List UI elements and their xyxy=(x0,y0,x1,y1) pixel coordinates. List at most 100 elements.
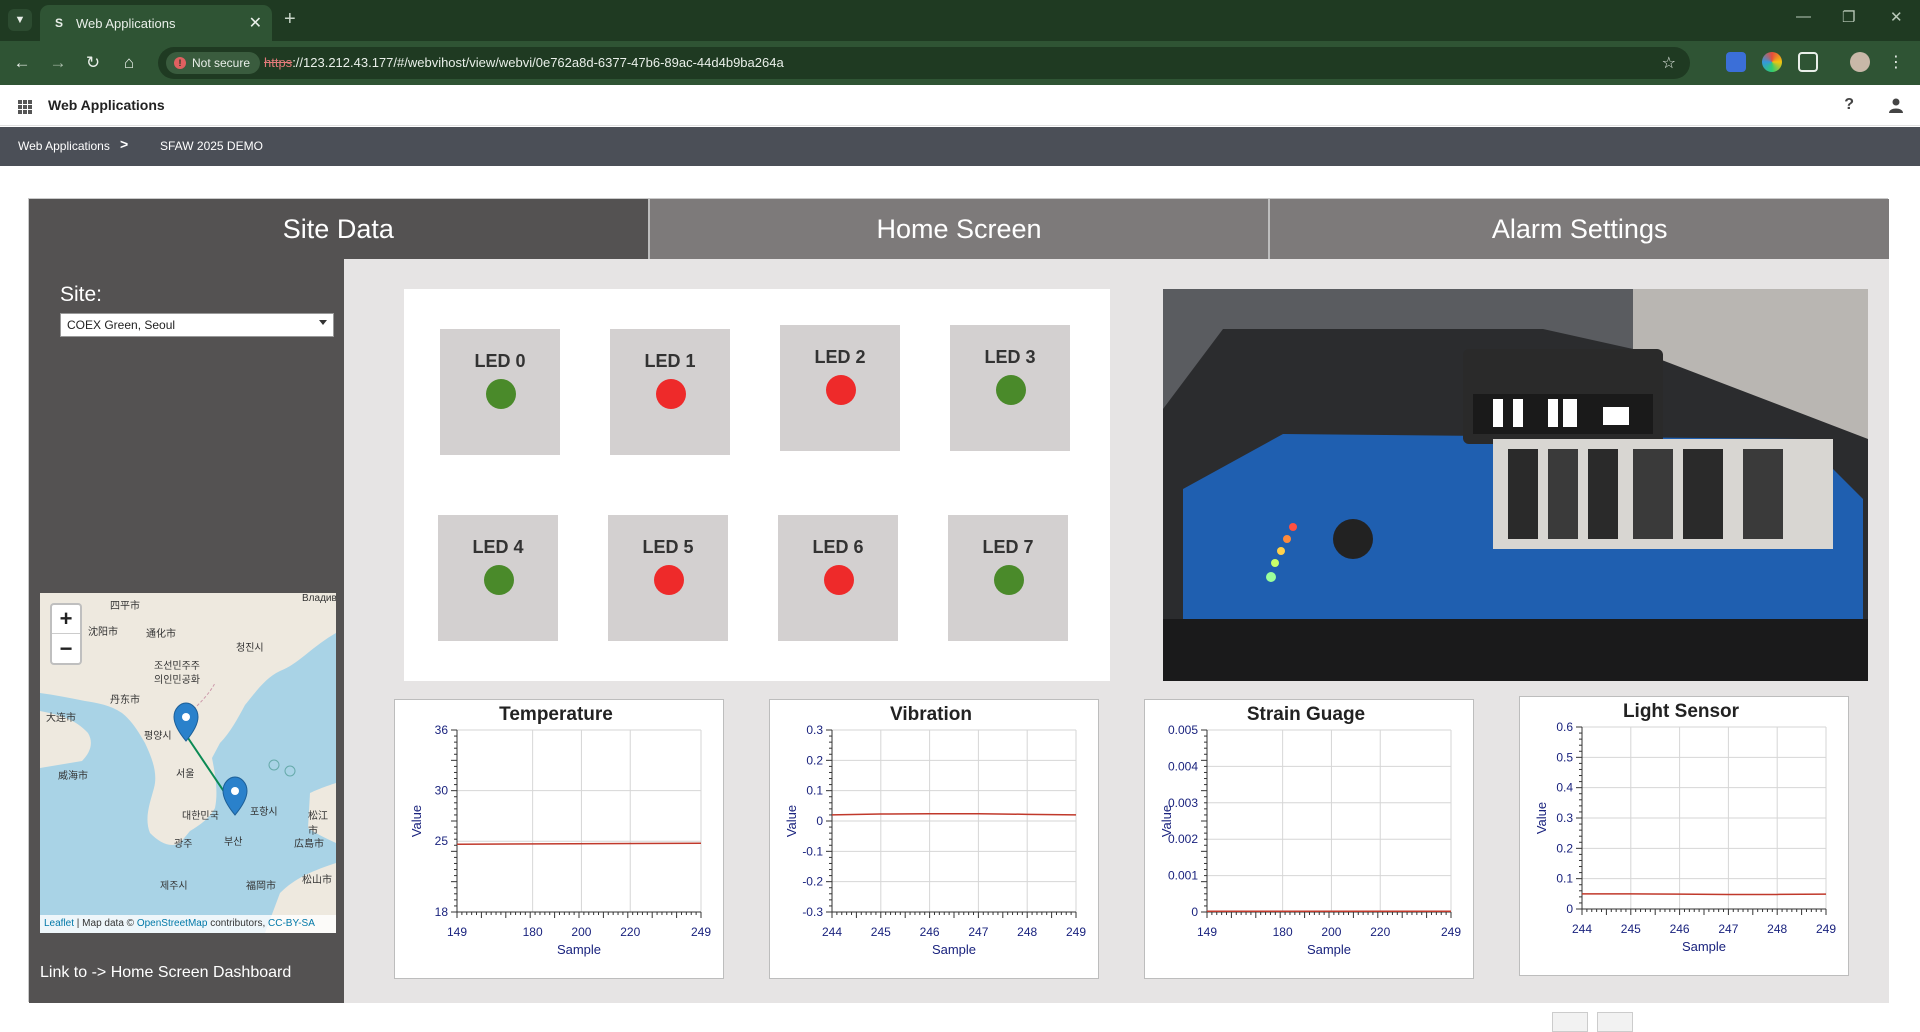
chart-y-tick-label: 0.4 xyxy=(1556,781,1573,795)
url-text[interactable]: https://123.212.43.177/#/webvihost/view/… xyxy=(264,55,784,70)
extensions-puzzle-icon[interactable] xyxy=(1798,52,1818,72)
chart-y-axis-label: Value xyxy=(409,805,424,837)
breadcrumb: Web Applications > SFAW 2025 DEMO xyxy=(0,127,1920,166)
sidebar: Site: COEX Green, Seoul 四平市 沈阳市 通化市 청진시 … xyxy=(29,259,344,1003)
minimize-icon[interactable]: — xyxy=(1796,8,1811,25)
chart-series-line xyxy=(831,812,1077,816)
chart-y-tick-label: 0.3 xyxy=(1556,811,1573,825)
help-icon[interactable]: ? xyxy=(1844,96,1854,114)
chart-y-tick-label: 0.1 xyxy=(1556,872,1573,886)
led-dot xyxy=(654,565,684,595)
chart-title: Vibration xyxy=(890,704,972,725)
attr-sep: | Map data © xyxy=(74,918,137,929)
thumbnail-icon[interactable] xyxy=(1552,1012,1588,1032)
map-label: 의인민공화 xyxy=(154,675,200,686)
browser-tabstrip: ▼ S Web Applications ✕ + — ❐ ✕ xyxy=(0,0,1920,41)
tab-search-icon[interactable]: ▼ xyxy=(8,9,32,31)
chart-y-tick-label: 0 xyxy=(1191,905,1198,919)
map-label: 福岡市 xyxy=(246,881,276,892)
restore-icon[interactable]: ❐ xyxy=(1842,8,1855,26)
bookmark-star-icon[interactable]: ☆ xyxy=(1662,53,1676,73)
forward-icon[interactable]: → xyxy=(45,51,71,75)
led-indicator-0: LED 0 xyxy=(440,329,560,455)
map-label: 조선민주주 xyxy=(154,661,200,672)
tab-alarm-settings[interactable]: Alarm Settings xyxy=(1270,199,1890,259)
chart-x-tick-label: 246 xyxy=(920,925,940,939)
map-label: 松山市 xyxy=(302,875,332,886)
led-indicator-2: LED 2 xyxy=(780,325,900,451)
new-tab-icon[interactable]: + xyxy=(284,8,296,31)
map-label: 広島市 xyxy=(294,839,324,850)
chart-x-tick-label: 248 xyxy=(1017,925,1037,939)
chart-x-axis-label: Sample xyxy=(1682,939,1726,954)
site-map[interactable]: 四平市 沈阳市 通化市 청진시 조선민주주 의인민공화 丹东市 평양시 大连市 … xyxy=(40,593,336,933)
osm-link[interactable]: OpenStreetMap xyxy=(137,918,208,929)
home-screen-link[interactable]: Link to -> Home Screen Dashboard xyxy=(40,964,291,982)
chart-y-tick-label: 0 xyxy=(816,814,823,828)
not-secure-label: Not secure xyxy=(192,56,251,70)
led-dot xyxy=(996,375,1026,405)
chart-series-line xyxy=(1582,893,1827,896)
led-dot xyxy=(824,565,854,595)
led-label: LED 4 xyxy=(472,537,524,557)
chart-y-tick-label: 25 xyxy=(435,834,449,848)
chart-x-tick-label: 247 xyxy=(1718,922,1738,936)
browser-tab[interactable]: S Web Applications ✕ xyxy=(40,5,272,41)
chart-x-tick-label: 246 xyxy=(1670,922,1690,936)
chart-x-tick-label: 149 xyxy=(447,925,467,939)
chart-x-tick-label: 200 xyxy=(1321,925,1341,939)
chart-y-tick-label: 0.6 xyxy=(1556,720,1573,734)
thumbnail-icon[interactable] xyxy=(1597,1012,1633,1032)
led-indicator-1: LED 1 xyxy=(610,329,730,455)
breadcrumb-current: SFAW 2025 DEMO xyxy=(160,139,263,153)
browser-menu-icon[interactable]: ⋮ xyxy=(1886,52,1906,72)
breadcrumb-root[interactable]: Web Applications xyxy=(18,139,110,153)
app-launcher-icon[interactable] xyxy=(18,100,32,114)
reload-icon[interactable]: ↻ xyxy=(80,51,106,75)
led-indicator-5: LED 5 xyxy=(608,515,728,641)
led-label: LED 7 xyxy=(982,537,1034,557)
chart-y-tick-label: -0.1 xyxy=(802,844,823,858)
translate-extension-icon[interactable] xyxy=(1726,52,1746,72)
chart-x-tick-label: 247 xyxy=(968,925,988,939)
tab-home-screen[interactable]: Home Screen xyxy=(649,199,1271,259)
profile-avatar[interactable] xyxy=(1850,52,1870,72)
chart-title: Temperature xyxy=(499,704,613,725)
back-icon[interactable]: ← xyxy=(9,51,35,75)
leaflet-link[interactable]: Leaflet xyxy=(44,918,74,929)
home-icon[interactable]: ⌂ xyxy=(116,51,142,75)
chart-svg: Temperature 149 180 200 220 249 18 25 30 36 Sample… xyxy=(409,704,711,957)
chart-y-tick-label: 18 xyxy=(435,905,449,919)
color-extension-icon[interactable] xyxy=(1762,52,1782,72)
chart-x-axis-label: Sample xyxy=(1307,942,1351,957)
map-zoom-control: + − xyxy=(50,603,82,665)
chart-x-tick-label: 244 xyxy=(822,925,842,939)
map-label: 평양시 xyxy=(144,731,172,742)
chart-y-tick-label: -0.3 xyxy=(802,905,823,919)
map-label: 沈阳市 xyxy=(88,627,118,638)
site-dropdown[interactable]: COEX Green, Seoul xyxy=(60,313,334,337)
map-label: 청진시 xyxy=(236,643,264,654)
led-label: LED 1 xyxy=(644,351,696,371)
user-icon[interactable] xyxy=(1888,97,1904,113)
chart-y-tick-label: 36 xyxy=(435,723,449,737)
map-label: 광주 xyxy=(174,839,193,850)
led-label: LED 6 xyxy=(812,537,864,557)
site-dropdown-value: COEX Green, Seoul xyxy=(67,318,176,332)
security-chip[interactable]: ! Not secure xyxy=(166,52,261,74)
map-label: 通化市 xyxy=(146,629,176,640)
chart-y-tick-label: 0.004 xyxy=(1168,759,1198,773)
chart-svg: Light Sensor 244 245 246 247 248 249 0 0.1 0.2 0.3… xyxy=(1534,701,1836,954)
license-link[interactable]: CC-BY-SA xyxy=(268,918,315,929)
address-bar[interactable]: ! Not secure https://123.212.43.177/#/we… xyxy=(158,47,1690,79)
zoom-in-button[interactable]: + xyxy=(52,605,80,634)
chart-x-tick-label: 245 xyxy=(871,925,891,939)
zoom-out-button[interactable]: − xyxy=(52,634,80,663)
close-tab-icon[interactable]: ✕ xyxy=(249,13,262,33)
tab-site-data[interactable]: Site Data xyxy=(29,199,650,259)
chart-x-axis-label: Sample xyxy=(557,942,601,957)
app-title: Web Applications xyxy=(48,97,165,113)
chart-x-tick-label: 249 xyxy=(1066,925,1086,939)
window-close-icon[interactable]: ✕ xyxy=(1890,8,1903,26)
chart-y-axis-label: Value xyxy=(1534,802,1549,834)
